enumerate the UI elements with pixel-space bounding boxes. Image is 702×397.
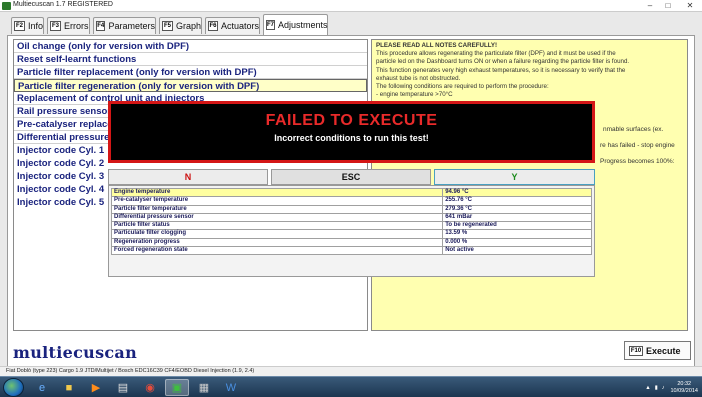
notes-line: This procedure allows regenerating the p…	[376, 50, 616, 58]
parameter-value: 641 mBar	[442, 212, 592, 223]
error-message: Incorrect conditions to run this test!	[274, 133, 429, 143]
close-button[interactable]: ✕	[680, 0, 700, 11]
tab-label: Actuators	[220, 21, 259, 31]
media-player-icon[interactable]: ▶	[84, 379, 108, 396]
notes-line: particle led on the Dashboard turns ON o…	[376, 58, 630, 66]
network-icon[interactable]: ▮	[655, 385, 658, 391]
parameter-value: 94.96 °C	[442, 187, 592, 198]
clock-date: 10/09/2014	[670, 387, 698, 394]
windows-taskbar: e ■ ▶ ▤ ◉ ▣ ▦ W ▲ ▮ ♪ 20:32 10/09/2014	[0, 376, 702, 397]
parameter-value: 0.000 %	[442, 237, 592, 248]
document-icon[interactable]: ▤	[111, 379, 135, 396]
list-item[interactable]: Oil change (only for version with DPF)	[14, 40, 367, 53]
parameter-name: Particle filter temperature	[110, 204, 444, 214]
app-icon	[2, 2, 11, 10]
minimize-button[interactable]: –	[642, 0, 658, 11]
parameter-name: Particle filter status	[110, 221, 444, 231]
maximize-button[interactable]: □	[660, 0, 676, 11]
word-icon[interactable]: W	[219, 379, 243, 396]
no-button[interactable]: N	[108, 169, 268, 185]
parameter-value: 13.59 %	[442, 229, 592, 239]
tab-label: Errors	[64, 21, 89, 31]
list-item[interactable]: Reset self-learnt functions	[14, 53, 367, 66]
f10-key-badge: F10	[629, 345, 643, 356]
tab-info[interactable]: F2 Info	[11, 17, 44, 34]
tab-errors[interactable]: F3 Errors	[47, 17, 90, 34]
notes-fragment: nmable surfaces (ex.	[603, 126, 664, 133]
ie-icon[interactable]: e	[30, 379, 54, 396]
f7-key-badge: F7	[266, 20, 276, 30]
tab-graph[interactable]: F5 Graph	[159, 17, 202, 34]
error-title: FAILED TO EXECUTE	[265, 112, 438, 129]
notes-fragment: Progress becomes 100%:	[600, 158, 675, 165]
parameter-name: Pre-catalyser temperature	[110, 196, 444, 206]
parameter-value: Not active	[442, 246, 592, 256]
parameter-value: To be regenerated	[442, 221, 592, 231]
parameter-name: Particulate filter clogging	[110, 229, 444, 239]
tab-label: Adjustments	[278, 20, 328, 30]
parameter-name: Forced regeneration state	[110, 246, 444, 256]
clock[interactable]: 20:32 10/09/2014	[670, 381, 698, 395]
esc-button[interactable]: ESC	[271, 169, 431, 185]
status-bar: Fiat Doblò (type 223) Cargo 1.9 JTD/Mult…	[0, 366, 702, 376]
execute-label: Execute	[646, 345, 681, 356]
chrome-icon[interactable]: ◉	[138, 379, 162, 396]
notes-line: - engine temperature >70°C	[376, 91, 453, 99]
tab-bar: F2 Info F3 Errors F4 Parameters F5 Graph F6 A…	[0, 14, 702, 36]
start-button[interactable]	[3, 378, 24, 397]
system-tray: ▲ ▮ ♪ 20:32 10/09/2014	[645, 378, 698, 397]
f5-key-badge: F5	[162, 21, 173, 31]
parameter-name: Regeneration progress	[110, 237, 444, 248]
parameter-value: 255.76 °C	[442, 196, 592, 206]
tab-actuators[interactable]: F6 Actuators	[205, 17, 260, 34]
table-row: Engine temperature 94.96 °C	[110, 187, 592, 198]
parameter-name: Engine temperature	[110, 187, 444, 198]
parameter-name: Differential pressure sensor	[110, 212, 444, 223]
table-row: Particle filter status To be regenerated	[110, 221, 592, 231]
error-dialog-body: FAILED TO EXECUTE Incorrect conditions t…	[111, 104, 592, 160]
vehicle-info: Fiat Doblò (type 223) Cargo 1.9 JTD/Mult…	[6, 368, 255, 374]
yes-button[interactable]: Y	[434, 169, 595, 185]
tab-adjustments[interactable]: F7 Adjustments	[263, 14, 328, 35]
folder-icon[interactable]: ■	[57, 379, 81, 396]
tab-label: Graph	[175, 21, 201, 31]
notes-line: The following conditions are required to…	[376, 83, 549, 91]
notes-line: This function generates very high exhaus…	[376, 66, 626, 74]
application-window: Multiecuscan 1.7 REGISTERED – □ ✕ F2 Info…	[0, 0, 702, 397]
notes-fragment: re has failed - stop engine	[600, 142, 675, 149]
clock-time: 20:32	[677, 380, 692, 387]
notes-line: exhaust tube is not obstructed.	[376, 74, 461, 82]
volume-icon[interactable]: ♪	[662, 385, 665, 391]
list-item-selected[interactable]: Particle filter regeneration (only for v…	[14, 79, 367, 92]
tab-parameters[interactable]: F4 Parameters	[93, 17, 156, 34]
table-row: Regeneration progress 0.000 %	[110, 237, 592, 248]
window-title: Multiecuscan 1.7 REGISTERED	[13, 1, 113, 8]
tab-label: Parameters	[108, 21, 155, 31]
list-item[interactable]: Particle filter replacement (only for ve…	[14, 66, 367, 79]
tray-arrow-icon[interactable]: ▲	[645, 385, 650, 391]
photos-icon[interactable]: ▦	[192, 379, 216, 396]
parameter-value: 279.36 °C	[442, 204, 592, 214]
f2-key-badge: F2	[14, 21, 25, 31]
table-row: Forced regeneration state Not active	[110, 246, 592, 256]
f4-key-badge: F4	[96, 21, 106, 31]
dialog-button-row: N ESC Y	[108, 169, 595, 185]
title-bar: Multiecuscan 1.7 REGISTERED – □ ✕	[0, 0, 702, 12]
execute-button[interactable]: F10 Execute	[624, 341, 691, 360]
multiecuscan-taskbar-icon[interactable]: ▣	[165, 379, 189, 396]
multiecuscan-logo: multiecuscan	[13, 343, 138, 362]
f3-key-badge: F3	[50, 21, 61, 31]
table-row: Particle filter temperature 279.36 °C	[110, 204, 592, 214]
parameters-table: Engine temperature 94.96 °C Pre-catalyser …	[108, 185, 595, 277]
table-row: Particulate filter clogging 13.59 %	[110, 229, 592, 239]
table-row: Pre-catalyser temperature 255.76 °C	[110, 196, 592, 206]
notes-heading: PLEASE READ ALL NOTES CAREFULLY!	[376, 42, 498, 49]
table-row: Differential pressure sensor 641 mBar	[110, 212, 592, 223]
tab-label: Info	[27, 21, 43, 31]
f6-key-badge: F6	[208, 21, 218, 31]
error-dialog: FAILED TO EXECUTE Incorrect conditions t…	[108, 101, 595, 163]
